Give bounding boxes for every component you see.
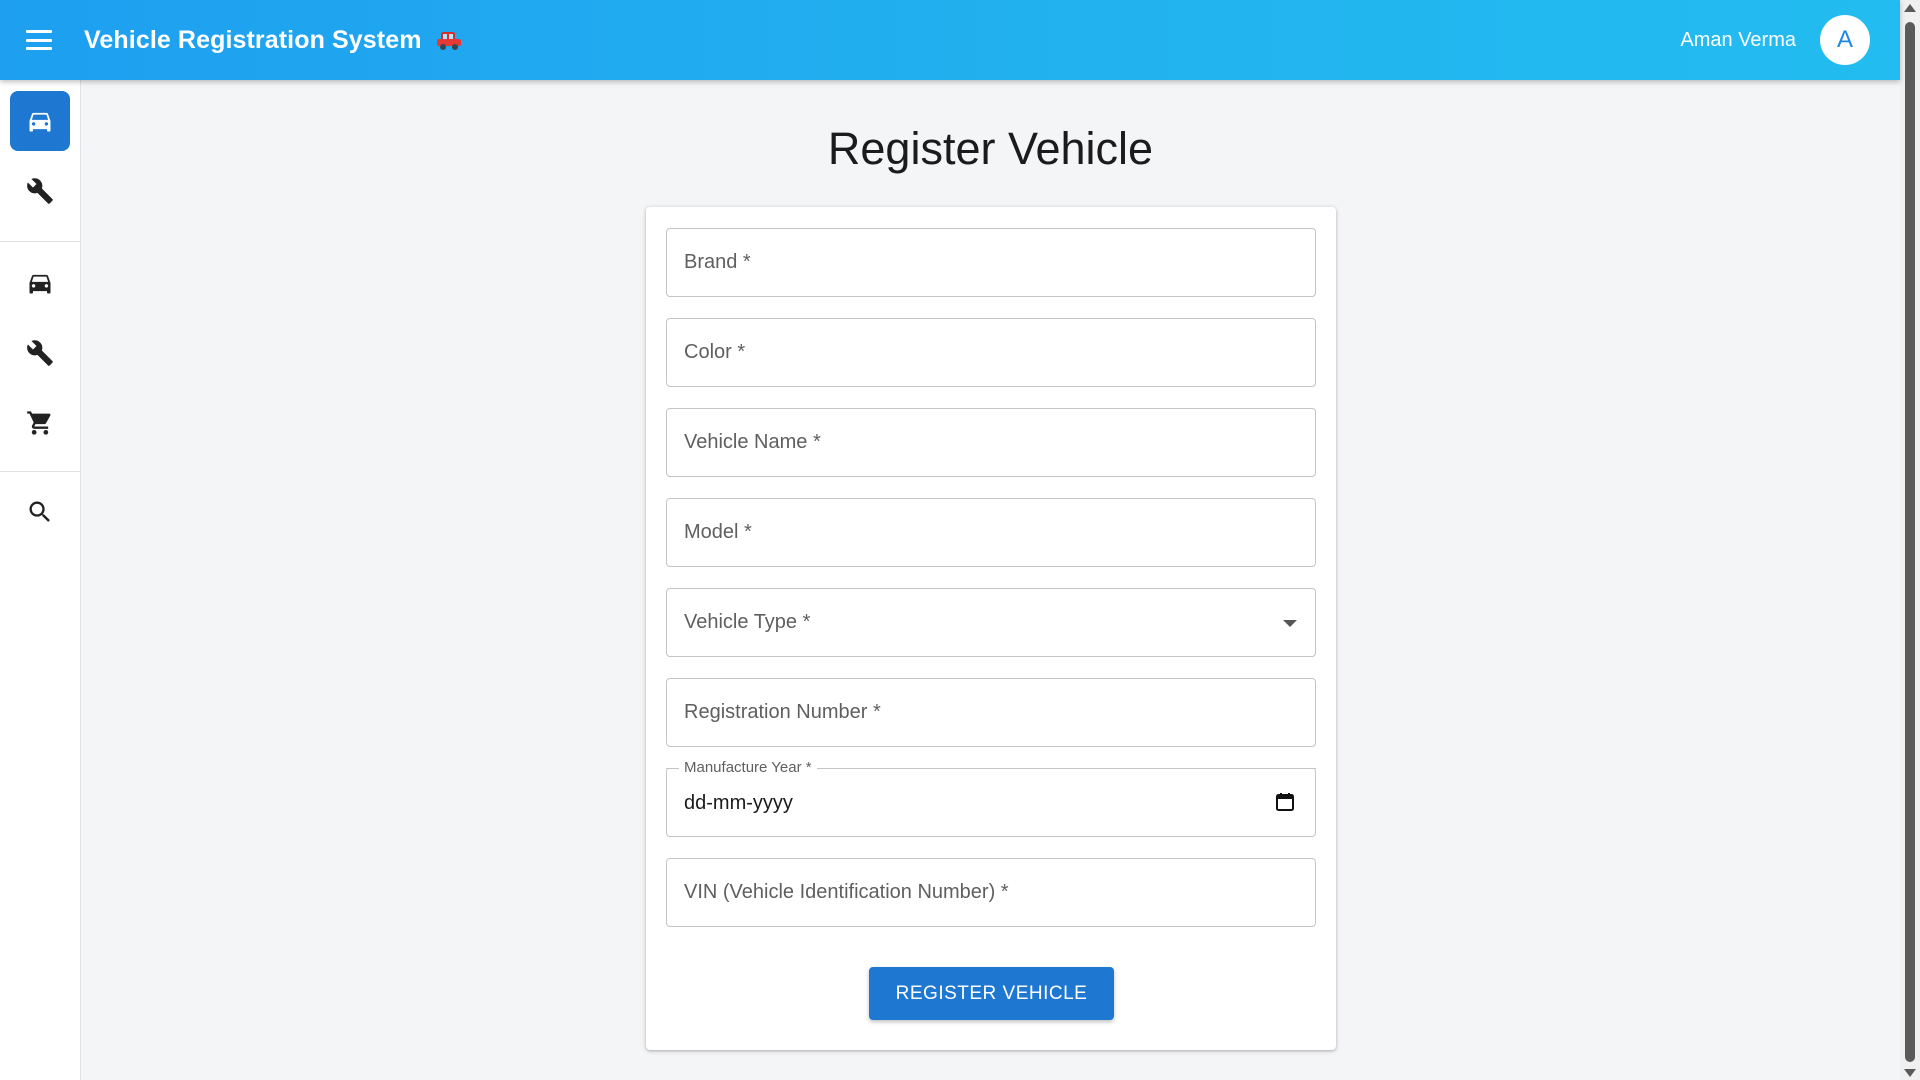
wrench-icon [27, 178, 53, 204]
app-bar: Vehicle Registration System Aman Verma A [0, 0, 1900, 80]
page-title: Register Vehicle [827, 123, 1154, 174]
scrollbar[interactable] [1900, 0, 1920, 1080]
registration-number-field[interactable]: Registration Number * [666, 678, 1316, 747]
car-icon [29, 274, 51, 294]
calendar-icon[interactable] [1275, 792, 1295, 812]
brand-label: Brand * [684, 251, 751, 273]
wrench-icon [27, 340, 53, 366]
register-vehicle-button[interactable]: REGISTER VEHICLE [869, 967, 1114, 1020]
vehicle-type-select[interactable]: Vehicle Type * [666, 588, 1316, 657]
register-vehicle-form: Brand * Color * Vehicle Name * Model * V… [646, 207, 1336, 1050]
vin-label: VIN (Vehicle Identification Number) * [684, 881, 1009, 903]
search-icon [29, 501, 50, 522]
red-car-icon [437, 32, 461, 50]
brand-field[interactable]: Brand * [666, 228, 1316, 297]
vehicle-name-label: Vehicle Name * [684, 431, 821, 453]
car-icon [29, 112, 51, 132]
manufacture-year-field[interactable]: Manufacture Year * dd-mm-yyyy [666, 759, 1316, 837]
avatar[interactable]: A [1820, 15, 1870, 65]
manufacture-year-label: Manufacture Year * [679, 759, 817, 776]
vehicle-name-field[interactable]: Vehicle Name * [666, 408, 1316, 477]
scroll-up-arrow-icon[interactable] [1904, 4, 1916, 12]
color-field[interactable]: Color * [666, 318, 1316, 387]
sidebar-item-search[interactable] [10, 482, 70, 542]
sidebar-item-register-vehicle[interactable] [10, 91, 70, 151]
chevron-down-icon [1283, 620, 1297, 627]
shopping-cart-icon [27, 411, 51, 435]
sidebar [0, 80, 81, 1080]
scroll-down-arrow-icon[interactable] [1904, 1069, 1916, 1077]
vin-field[interactable]: VIN (Vehicle Identification Number) * [666, 858, 1316, 927]
color-label: Color * [684, 341, 746, 363]
app-title: Vehicle Registration System [84, 26, 422, 54]
sidebar-item-vehicles[interactable] [10, 253, 70, 313]
model-label: Model * [684, 521, 752, 543]
manufacture-year-value: dd-mm-yyyy [684, 792, 793, 814]
sidebar-item-register-service[interactable] [10, 161, 70, 221]
model-field[interactable]: Model * [666, 498, 1316, 567]
user-name: Aman Verma [1680, 29, 1796, 51]
sidebar-item-services[interactable] [10, 323, 70, 383]
registration-number-label: Registration Number * [684, 701, 881, 723]
vehicle-type-label: Vehicle Type * [684, 611, 811, 633]
scrollbar-thumb[interactable] [1905, 22, 1915, 1062]
sidebar-item-cart[interactable] [10, 393, 70, 453]
hamburger-menu-icon[interactable] [26, 30, 52, 50]
